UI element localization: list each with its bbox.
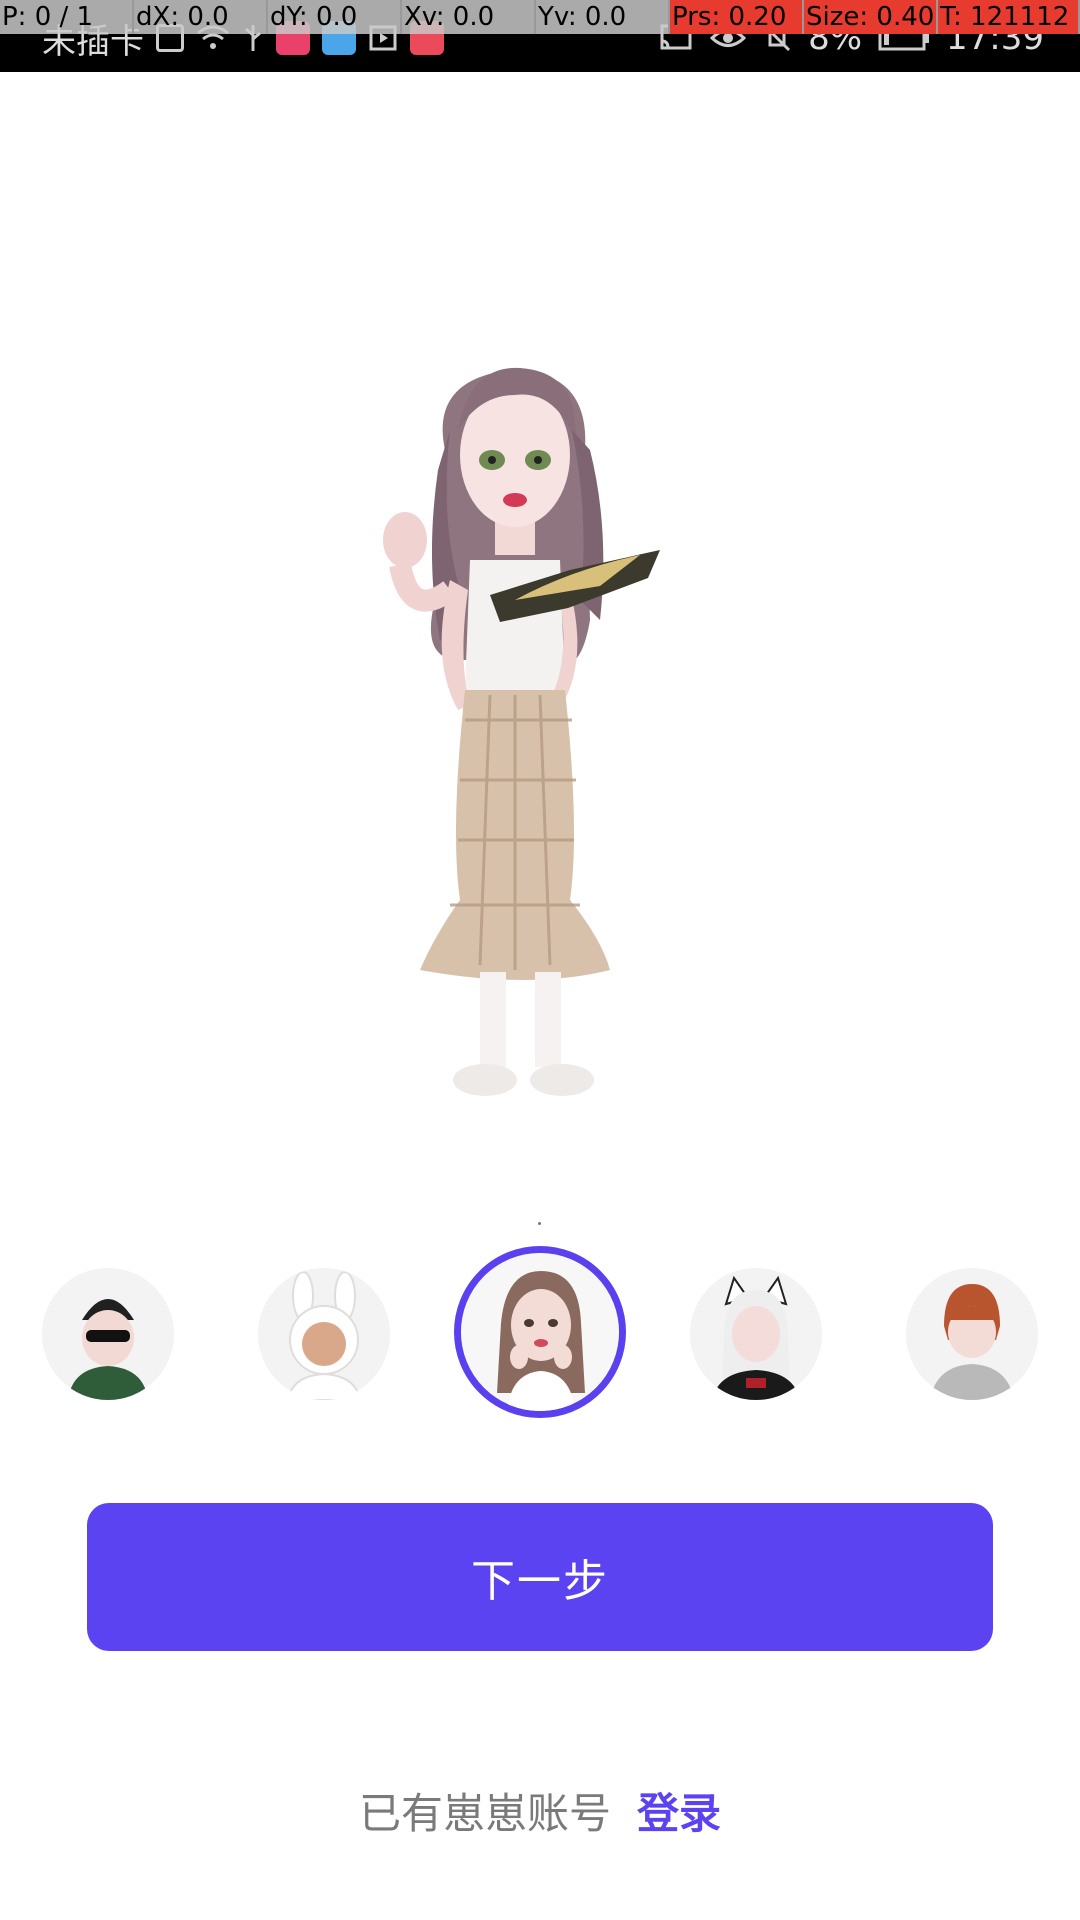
avatar-long-hair-girl-icon	[461, 1253, 619, 1411]
avatar-bunny-hood-icon	[258, 1268, 390, 1400]
debug-size: Size: 0.40	[804, 0, 938, 34]
page-indicator-dot	[538, 1222, 541, 1225]
debug-time: T: 121112	[938, 0, 1080, 34]
avatar-figure-image	[383, 367, 660, 1096]
avatar-cat-ears-icon	[690, 1268, 822, 1400]
avatar-short-hair-icon	[906, 1268, 1038, 1400]
avatar-sunglasses-icon	[42, 1268, 174, 1400]
debug-dx: dX: 0.0	[134, 0, 268, 34]
debug-xv: Xv: 0.0	[402, 0, 536, 34]
avatar-carousel[interactable]	[0, 1246, 1080, 1426]
pointer-location-overlay: P: 0 / 1 dX: 0.0 dY: 0.0 Xv: 0.0 Yv: 0.0…	[0, 0, 1080, 34]
debug-pressure: Prs: 0.20	[670, 0, 804, 34]
debug-yv: Yv: 0.0	[536, 0, 670, 34]
login-link[interactable]: 登录	[637, 1780, 721, 1841]
debug-dy: dY: 0.0	[268, 0, 402, 34]
avatar-thumb-sunglasses[interactable]	[42, 1268, 174, 1400]
avatar-thumb-bunny[interactable]	[258, 1268, 390, 1400]
next-step-button[interactable]: 下一步	[87, 1503, 993, 1651]
existing-account-text: 已有崽崽账号	[358, 1788, 611, 1838]
avatar-thumb-cat-ears[interactable]	[690, 1268, 822, 1400]
onboarding-screen: 未插卡 8% 17:39 P: 0 / 1 dX: 0.0 dY: 0.0 Xv…	[0, 0, 1080, 1920]
avatar-thumb-long-hair-selected[interactable]	[454, 1246, 626, 1418]
avatar-thumb-short-hair[interactable]	[906, 1268, 1038, 1400]
debug-pointer-count: P: 0 / 1	[0, 0, 134, 34]
selected-avatar-figure[interactable]	[340, 360, 760, 1200]
login-prompt: 已有崽崽账号 登录	[0, 1780, 1080, 1840]
